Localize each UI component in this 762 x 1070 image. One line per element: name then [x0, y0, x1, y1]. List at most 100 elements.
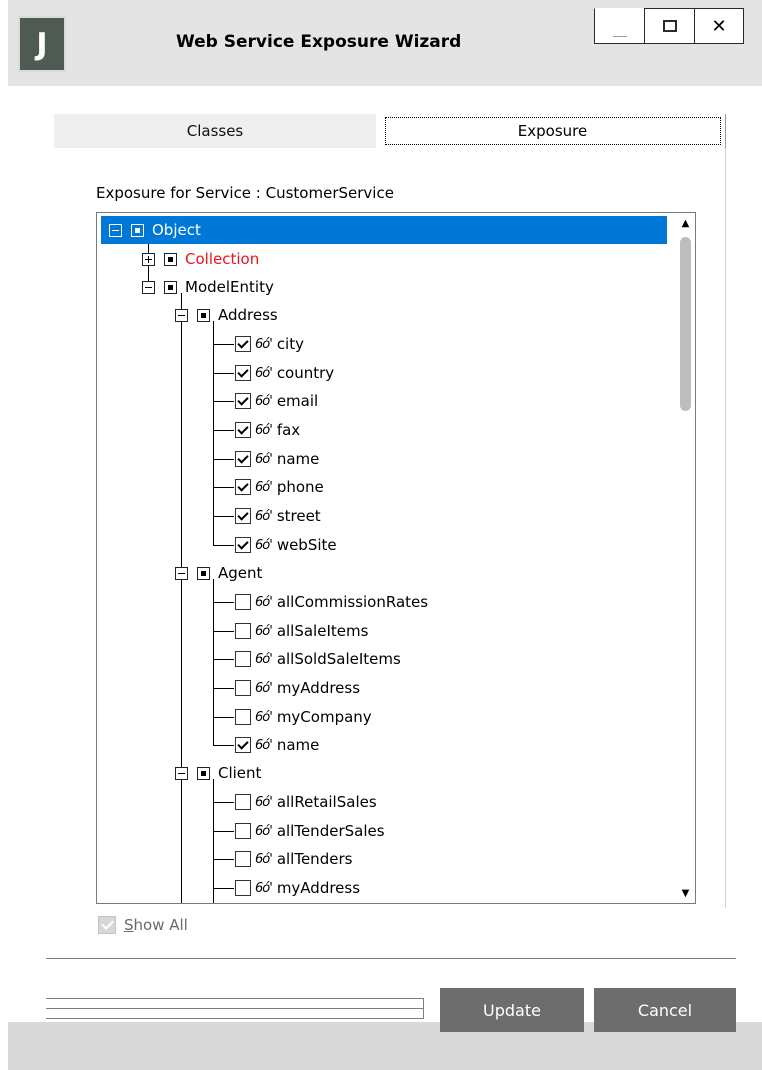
footer-rule: [46, 1018, 424, 1019]
tree-node-collection[interactable]: Collection: [142, 245, 259, 273]
exposure-tree[interactable]: Object Collection ModelEntity Address 6ó…: [96, 212, 696, 904]
tab-panel-border: [725, 148, 726, 908]
collapse-icon[interactable]: [142, 280, 155, 294]
tree-leaf-website[interactable]: 6ó' webSite: [235, 531, 337, 559]
minimize-button[interactable]: [594, 8, 644, 44]
tree-leaf-label: name: [276, 736, 320, 754]
update-button[interactable]: Update: [440, 988, 584, 1032]
glasses-icon: 6ó': [255, 794, 273, 810]
tree-leaf-allcommissionrates[interactable]: 6ó' allCommissionRates: [235, 588, 428, 616]
exposure-checkbox[interactable]: [235, 737, 251, 753]
exposure-checkbox[interactable]: [235, 479, 251, 495]
glasses-icon: 6ó': [255, 336, 273, 352]
tree-leaf-city[interactable]: 6ó' city: [235, 330, 304, 358]
collapse-icon[interactable]: [175, 766, 188, 780]
exposure-checkbox[interactable]: [235, 422, 251, 438]
tree-node-label: Collection: [185, 250, 260, 268]
glasses-icon: 6ó': [255, 823, 273, 839]
scroll-thumb[interactable]: [680, 237, 691, 411]
exposure-checkbox[interactable]: [235, 680, 251, 696]
glasses-icon: 6ó': [255, 880, 273, 896]
tree-leaf-myaddress[interactable]: 6ó' myAddress: [235, 874, 360, 902]
scroll-up-icon[interactable]: ▲: [676, 213, 695, 233]
class-node-icon: [197, 566, 210, 580]
tree-leaf-country[interactable]: 6ó' country: [235, 359, 334, 387]
collapse-icon[interactable]: [109, 223, 122, 237]
app-logo: J: [18, 16, 66, 72]
footer-rule: [46, 998, 424, 999]
exposure-checkbox[interactable]: [235, 623, 251, 639]
exposure-checkbox[interactable]: [235, 651, 251, 667]
tree-node-client[interactable]: Client: [175, 759, 261, 787]
tree-leaf-email[interactable]: 6ó' email: [235, 387, 318, 415]
glasses-icon: 6ó': [255, 479, 273, 495]
exposure-checkbox[interactable]: [235, 594, 251, 610]
exposure-checkbox[interactable]: [235, 880, 251, 896]
tree-leaf-label: allTenders: [276, 850, 353, 868]
tree-node-object[interactable]: Object: [101, 216, 667, 244]
exposure-checkbox[interactable]: [235, 537, 251, 553]
close-icon: ✕: [711, 15, 727, 37]
tree-leaf-street[interactable]: 6ó' street: [235, 502, 321, 530]
tree-leaf-alltendersales[interactable]: 6ó' allTenderSales: [235, 817, 385, 845]
show-all-label: Show All: [124, 916, 188, 934]
exposure-checkbox[interactable]: [235, 709, 251, 725]
show-all-checkbox[interactable]: Show All: [98, 916, 188, 934]
tree-node-label: Agent: [218, 564, 263, 582]
cancel-button[interactable]: Cancel: [594, 988, 736, 1032]
tab-classes[interactable]: Classes: [54, 114, 376, 148]
tree-leaf-name[interactable]: 6ó' name: [235, 445, 319, 473]
collapse-icon[interactable]: [175, 566, 188, 580]
collapse-icon[interactable]: [175, 308, 188, 322]
exposure-checkbox[interactable]: [235, 393, 251, 409]
exposure-checkbox[interactable]: [235, 336, 251, 352]
glasses-icon: 6ó': [255, 709, 273, 725]
tree-leaf-label: allRetailSales: [276, 793, 377, 811]
scroll-down-icon[interactable]: ▼: [676, 883, 695, 903]
exposure-checkbox[interactable]: [235, 794, 251, 810]
tree-leaf-phone[interactable]: 6ó' phone: [235, 473, 324, 501]
tree-node-agent[interactable]: Agent: [175, 559, 262, 587]
tree-leaf-allretailsales[interactable]: 6ó' allRetailSales: [235, 788, 377, 816]
window-title: Web Service Exposure Wizard: [176, 32, 462, 52]
glasses-icon: 6ó': [255, 537, 273, 553]
maximize-button[interactable]: [644, 8, 694, 44]
tree-leaf-label: allTenderSales: [276, 822, 385, 840]
exposure-checkbox[interactable]: [235, 451, 251, 467]
tree-leaf-myaddress[interactable]: 6ó' myAddress: [235, 674, 360, 702]
glasses-icon: 6ó': [255, 737, 273, 753]
tree-leaf-mycompany[interactable]: 6ó' myCompany: [235, 703, 372, 731]
tree-leaf-label: myCompany: [276, 708, 372, 726]
tree-leaf-fax[interactable]: 6ó' fax: [235, 416, 300, 444]
exposure-checkbox[interactable]: [235, 365, 251, 381]
class-node-icon: [197, 766, 210, 780]
tree-leaf-label: allSaleItems: [276, 622, 369, 640]
glasses-icon: 6ó': [255, 594, 273, 610]
exposure-checkbox[interactable]: [235, 823, 251, 839]
footer-rule: [46, 1008, 424, 1009]
tab-exposure[interactable]: Exposure: [380, 114, 726, 148]
tree-node-modelentity[interactable]: ModelEntity: [142, 273, 274, 301]
class-node-icon: [164, 280, 177, 294]
tree-scrollbar[interactable]: ▲ ▼: [676, 213, 695, 903]
tree-leaf-label: myAddress: [276, 679, 361, 697]
expand-icon[interactable]: [142, 252, 155, 266]
tree-node-label: ModelEntity: [185, 278, 274, 296]
class-node-icon: [197, 308, 210, 322]
tree-node-address[interactable]: Address: [175, 301, 278, 329]
minimize-icon: [612, 35, 627, 37]
tree-leaf-allsoldsaleitems[interactable]: 6ó' allSoldSaleItems: [235, 645, 401, 673]
tree-leaf-allsaleitems[interactable]: 6ó' allSaleItems: [235, 617, 368, 645]
tree-leaf-label: city: [276, 335, 304, 353]
tree-leaf-name[interactable]: 6ó' name: [235, 731, 319, 759]
glasses-icon: 6ó': [255, 623, 273, 639]
exposure-checkbox[interactable]: [235, 851, 251, 867]
exposure-label: Exposure for Service : CustomerService: [96, 184, 394, 202]
close-button[interactable]: ✕: [694, 8, 744, 44]
exposure-checkbox[interactable]: [235, 508, 251, 524]
checkbox-icon[interactable]: [98, 916, 116, 934]
tree-leaf-alltenders[interactable]: 6ó' allTenders: [235, 845, 352, 873]
tree-node-label: Address: [218, 306, 278, 324]
tree-leaf-label: email: [276, 392, 319, 410]
tree-leaf-label: country: [276, 364, 335, 382]
